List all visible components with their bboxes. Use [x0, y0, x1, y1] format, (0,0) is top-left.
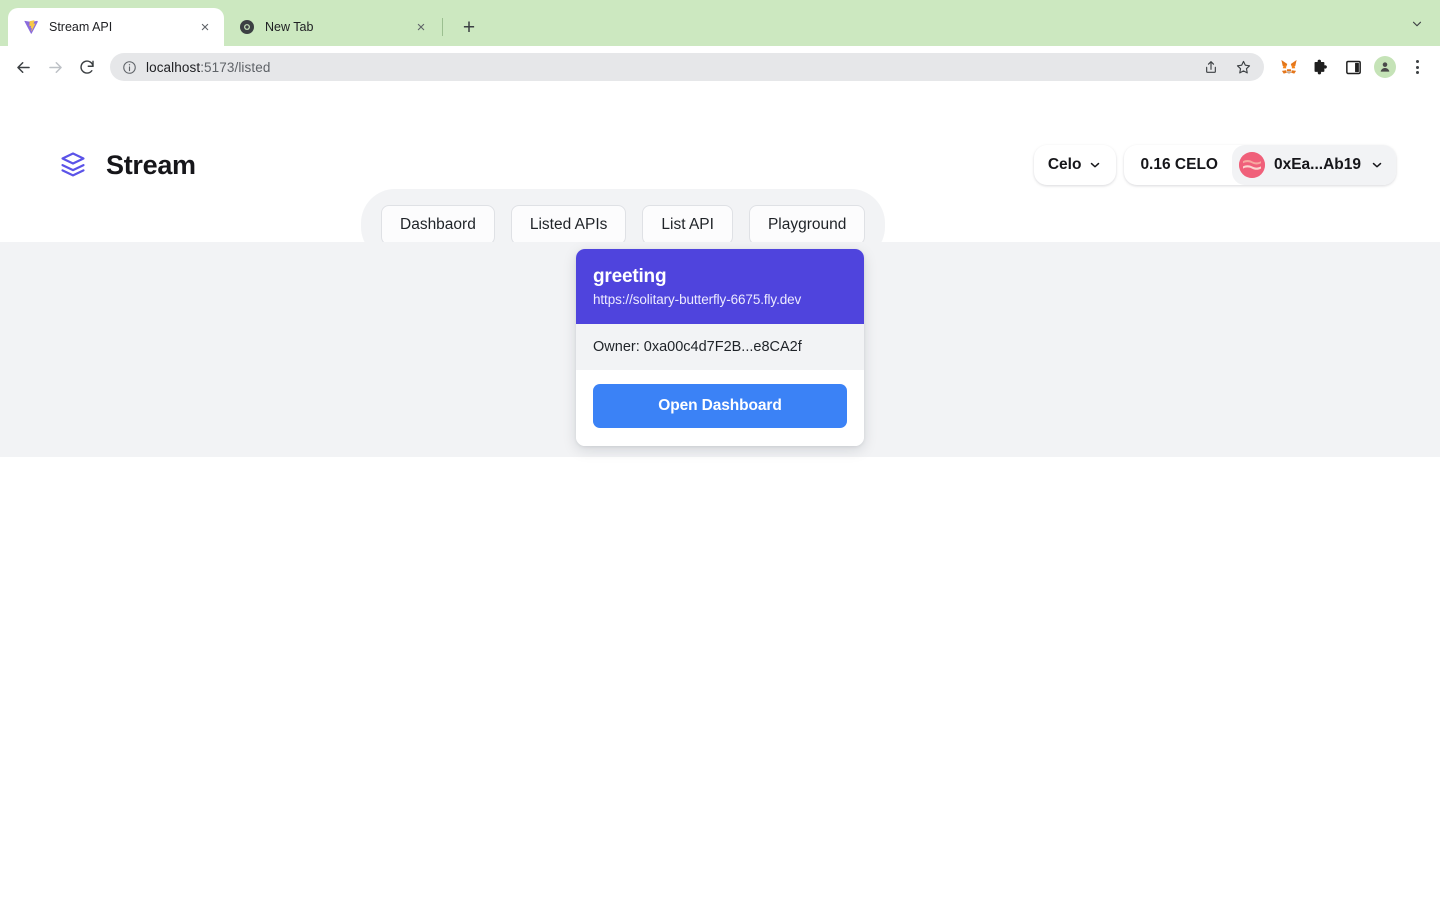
avatar — [1374, 56, 1396, 78]
nav-item-listed-apis[interactable]: Listed APIs — [510, 205, 627, 245]
back-button[interactable] — [8, 52, 38, 82]
side-panel-icon[interactable] — [1340, 54, 1366, 80]
nav-item-dashboard[interactable]: Dashbaord — [381, 205, 495, 245]
tab-title: New Tab — [265, 20, 314, 34]
account-button[interactable]: 0xEa...Ab19 — [1231, 145, 1396, 185]
api-card-title: greeting — [593, 266, 667, 287]
chain-selector[interactable]: Celo — [1033, 145, 1117, 185]
chain-label: Celo — [1047, 156, 1082, 173]
open-dashboard-button[interactable]: Open Dashboard — [593, 383, 847, 428]
extensions-puzzle-icon[interactable] — [1308, 54, 1334, 80]
wallet-address: 0xEa...Ab19 — [1273, 156, 1361, 173]
close-icon[interactable]: × — [196, 18, 214, 36]
api-card-footer: Open Dashboard — [576, 369, 864, 446]
vite-icon — [22, 19, 39, 36]
tab-divider — [442, 18, 443, 36]
nav-item-list-api[interactable]: List API — [642, 205, 733, 245]
wallet-avatar-icon — [1238, 152, 1265, 178]
address-bar[interactable]: localhost:5173/listed — [110, 53, 1264, 81]
api-card-url: https://solitary-butterfly-6675.fly.dev — [593, 291, 802, 307]
chevron-down-icon — [1370, 158, 1384, 172]
share-icon[interactable] — [1202, 58, 1220, 76]
api-card-owner: Owner: 0xa00c4d7F2B...e8CA2f — [576, 323, 864, 370]
chevron-down-icon — [1088, 158, 1102, 172]
forward-button[interactable] — [40, 52, 70, 82]
page-viewport: Stream Dashbaord Listed APIs List API Pl… — [0, 88, 1440, 900]
tab-search-chevron-icon[interactable] — [1404, 11, 1430, 37]
profile-avatar-icon[interactable] — [1372, 54, 1398, 80]
kebab-dots — [1406, 60, 1428, 74]
new-tab-button[interactable]: + — [455, 13, 483, 41]
page-empty-area — [0, 457, 1440, 900]
url-path: :5173/listed — [200, 59, 271, 75]
brand-name: Stream — [106, 149, 196, 180]
reload-button[interactable] — [72, 52, 102, 82]
bookmark-star-icon[interactable] — [1234, 58, 1252, 76]
api-card-header: greeting https://solitary-butterfly-6675… — [576, 249, 864, 324]
wallet-balance: 0.16 CELO — [1140, 156, 1218, 173]
tab-new-tab[interactable]: New Tab × — [224, 8, 440, 46]
site-info-icon[interactable] — [122, 60, 137, 75]
url-text: localhost:5173/listed — [146, 60, 270, 75]
tab-title: Stream API — [49, 20, 113, 34]
tab-stream-api[interactable]: Stream API × — [8, 8, 224, 46]
browser-toolbar: localhost:5173/listed — [0, 46, 1440, 88]
layers-stack-icon — [56, 148, 90, 182]
omnibox-actions — [1202, 58, 1252, 76]
chrome-icon — [238, 19, 255, 36]
chrome-menu-icon[interactable] — [1404, 54, 1430, 80]
account-chip: 0.16 CELO 0xEa...Ab19 — [1124, 145, 1396, 185]
tab-strip: Stream API × New Tab × + — [0, 0, 1440, 46]
wallet-controls: Celo 0.16 CELO 0xEa...Ab19 — [1033, 145, 1396, 185]
api-card: greeting https://solitary-butterfly-6675… — [576, 249, 864, 446]
url-host: localhost — [146, 59, 201, 75]
close-icon[interactable]: × — [412, 18, 430, 36]
nav-item-playground[interactable]: Playground — [748, 205, 866, 245]
content-area: greeting https://solitary-butterfly-6675… — [0, 242, 1440, 457]
metamask-fox-icon[interactable] — [1276, 54, 1302, 80]
browser-window: Stream API × New Tab × + localhost:5173/… — [0, 0, 1440, 900]
brand[interactable]: Stream — [56, 148, 356, 182]
app-header: Stream Dashbaord Listed APIs List API Pl… — [0, 88, 1440, 261]
